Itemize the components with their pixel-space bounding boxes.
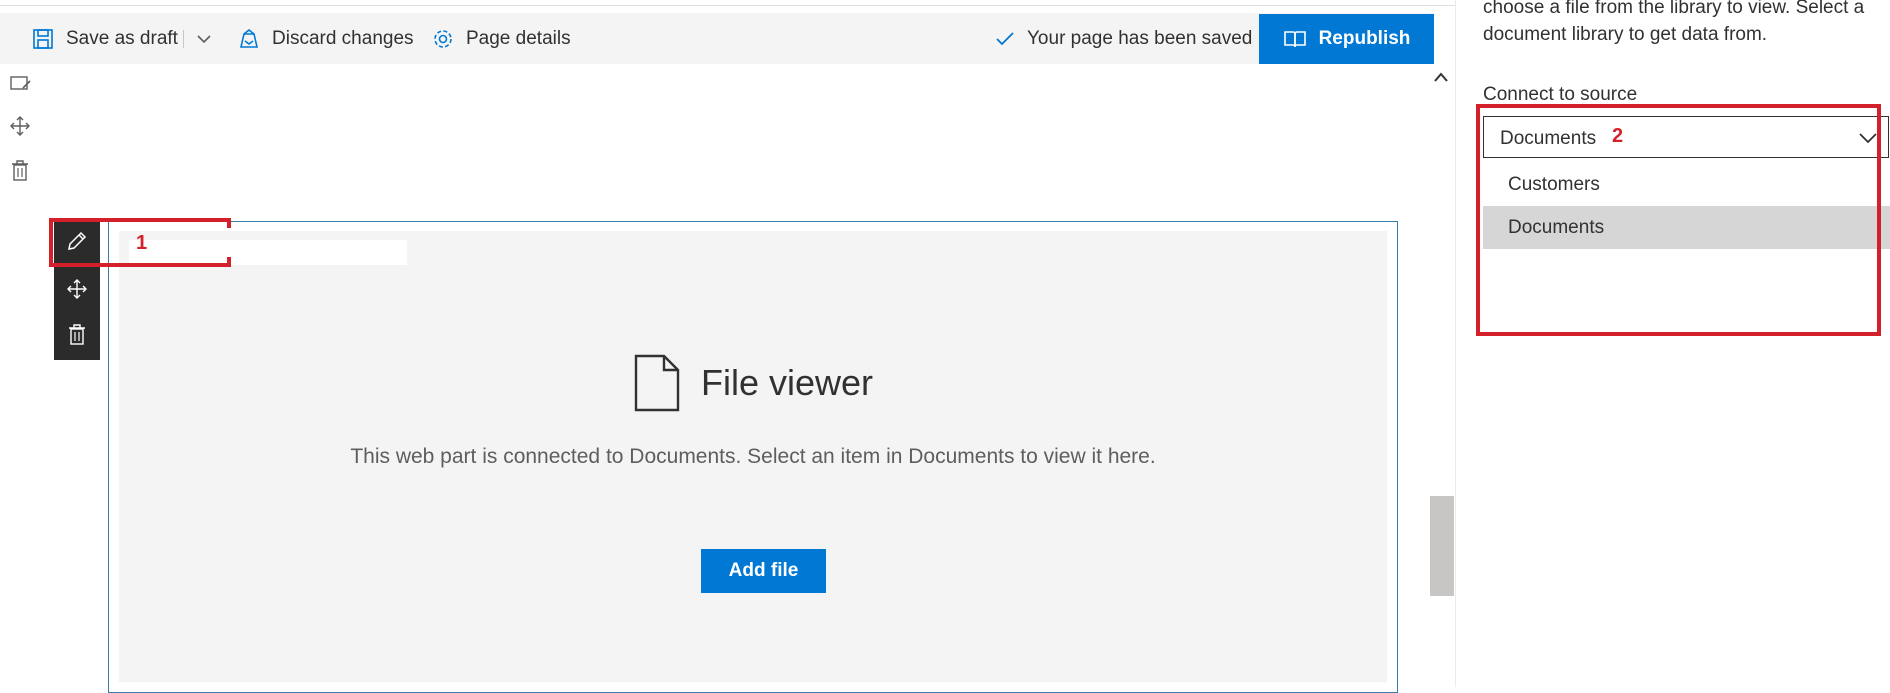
- move-section-button[interactable]: [10, 116, 30, 141]
- file-viewer-description: This web part is connected to Documents.…: [350, 445, 1156, 468]
- file-viewer-webpart[interactable]: File viewer This web part is connected t…: [108, 221, 1398, 693]
- checkmark-icon: [996, 31, 1014, 45]
- move-webpart-button[interactable]: [54, 266, 100, 312]
- book-icon: [1283, 31, 1306, 48]
- delete-webpart-button[interactable]: [54, 312, 100, 358]
- annotation-number-1: 1: [136, 232, 148, 254]
- save-options-dropdown[interactable]: [196, 13, 224, 64]
- discard-icon: [239, 28, 259, 48]
- annotation-number-2: 2: [1612, 125, 1624, 147]
- trash-icon: [12, 160, 28, 181]
- chevron-down-icon: [197, 34, 211, 43]
- save-status-text: Your page has been saved: [1027, 27, 1253, 49]
- annotation-box-1-right-bottom: [227, 257, 231, 267]
- command-bar: Save as draft Discard changes Page detai…: [0, 13, 1434, 64]
- move-icon: [67, 279, 87, 299]
- scroll-up-button[interactable]: [1432, 70, 1450, 89]
- chevron-up-icon: [1434, 72, 1448, 82]
- save-icon: [33, 28, 53, 49]
- page-details-label: Page details: [466, 27, 571, 49]
- file-viewer-heading: File viewer: [119, 354, 1387, 412]
- edit-section-button[interactable]: [10, 74, 32, 99]
- gear-icon: [434, 29, 452, 48]
- scrollbar-thumb[interactable]: [1430, 496, 1454, 596]
- webpart-placeholder: File viewer This web part is connected t…: [119, 231, 1387, 682]
- republish-button[interactable]: Republish: [1259, 14, 1434, 64]
- discard-changes-label: Discard changes: [272, 27, 414, 49]
- trash-icon: [69, 324, 85, 345]
- save-status: Your page has been saved: [995, 13, 1252, 64]
- add-file-button[interactable]: Add file: [701, 549, 826, 593]
- save-as-draft-label: Save as draft: [66, 27, 178, 49]
- delete-section-button[interactable]: [10, 160, 30, 187]
- property-pane-description: choose a file from the library to view. …: [1483, 0, 1865, 45]
- connect-source-label: Connect to source: [1483, 84, 1638, 105]
- edit-section-icon: [10, 76, 31, 90]
- discard-changes-button[interactable]: Discard changes: [238, 13, 414, 64]
- move-icon: [10, 116, 30, 136]
- save-separator: [183, 30, 184, 48]
- annotation-box-1-right-top: [227, 218, 231, 228]
- save-as-draft-button[interactable]: Save as draft: [32, 13, 178, 64]
- file-viewer-title: File viewer: [700, 362, 874, 403]
- top-border: [0, 0, 1455, 6]
- annotation-box-2: [1476, 104, 1881, 336]
- document-icon: [634, 354, 680, 412]
- page-details-button[interactable]: Page details: [432, 13, 571, 64]
- republish-label: Republish: [1318, 28, 1411, 49]
